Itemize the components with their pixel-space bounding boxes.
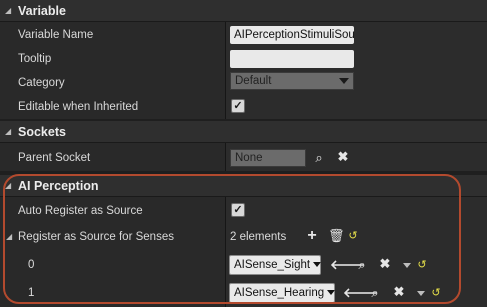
category-value: Default bbox=[235, 75, 272, 87]
parent-socket-label: Parent Socket bbox=[18, 151, 91, 164]
tooltip-label: Tooltip bbox=[18, 52, 52, 65]
x-icon[interactable]: ✖ bbox=[377, 257, 393, 271]
collapse-arrow-icon[interactable]: ◢ bbox=[5, 181, 15, 190]
register-senses-label: Register as Source for Senses bbox=[18, 230, 174, 243]
section-header-ai-perception[interactable]: ◢ AI Perception bbox=[0, 175, 487, 197]
array-index: 0 bbox=[28, 258, 35, 271]
chevron-down-icon[interactable] bbox=[417, 291, 425, 296]
variable-name-label: Variable Name bbox=[18, 28, 94, 41]
magnifier-icon[interactable]: ⌕ bbox=[311, 151, 327, 165]
section-header-sockets[interactable]: ◢ Sockets bbox=[0, 121, 487, 143]
section-title: Variable bbox=[18, 3, 66, 18]
collapse-arrow-icon[interactable]: ◢ bbox=[5, 6, 15, 15]
chevron-down-icon[interactable] bbox=[403, 263, 411, 268]
sense-value: AISense_Hearing bbox=[234, 287, 325, 299]
sense-dropdown[interactable]: AISense_Sight bbox=[229, 255, 322, 275]
senses-count: 2 elements bbox=[230, 231, 287, 243]
left-arrow-icon[interactable]: 🡐 bbox=[343, 286, 378, 300]
reset-arrow-icon[interactable]: ↺ bbox=[414, 258, 430, 272]
reset-arrow-icon[interactable]: ↺ bbox=[345, 229, 361, 243]
magnifier-icon[interactable]: ⌕ bbox=[354, 258, 370, 272]
variable-name-input[interactable]: AIPerceptionStimuliSou bbox=[230, 26, 354, 44]
section-title: Sockets bbox=[18, 124, 66, 139]
collapse-arrow-icon[interactable]: ◢ bbox=[6, 232, 12, 241]
array-index: 1 bbox=[28, 286, 35, 299]
x-icon[interactable]: ✖ bbox=[391, 285, 407, 299]
sense-value: AISense_Sight bbox=[234, 259, 311, 271]
tooltip-input[interactable] bbox=[230, 50, 354, 68]
category-dropdown[interactable]: Default bbox=[230, 72, 354, 90]
plus-icon[interactable]: + bbox=[304, 228, 320, 244]
collapse-arrow-icon[interactable]: ◢ bbox=[5, 127, 15, 136]
category-label: Category bbox=[18, 76, 65, 89]
chevron-down-icon bbox=[339, 78, 349, 84]
sense-dropdown[interactable]: AISense_Hearing bbox=[229, 283, 336, 303]
chevron-down-icon bbox=[313, 262, 322, 268]
auto-register-checkbox[interactable]: ✓ bbox=[231, 203, 245, 217]
section-header-variable[interactable]: ◢ Variable bbox=[0, 0, 487, 22]
magnifier-icon[interactable]: ⌕ bbox=[367, 286, 383, 300]
x-icon[interactable]: ✖ bbox=[335, 150, 351, 164]
parent-socket-value: None bbox=[235, 152, 263, 164]
editable-inherited-checkbox[interactable]: ✓ bbox=[231, 99, 245, 113]
left-arrow-icon[interactable]: 🡐 bbox=[330, 258, 365, 272]
editable-inherited-label: Editable when Inherited bbox=[18, 100, 139, 113]
chevron-down-icon bbox=[327, 290, 336, 296]
parent-socket-field[interactable]: None bbox=[230, 149, 306, 167]
auto-register-label: Auto Register as Source bbox=[18, 204, 143, 217]
section-title: AI Perception bbox=[18, 178, 99, 193]
reset-arrow-icon[interactable]: ↺ bbox=[428, 286, 444, 300]
trash-icon[interactable]: 🗑 bbox=[328, 229, 345, 243]
